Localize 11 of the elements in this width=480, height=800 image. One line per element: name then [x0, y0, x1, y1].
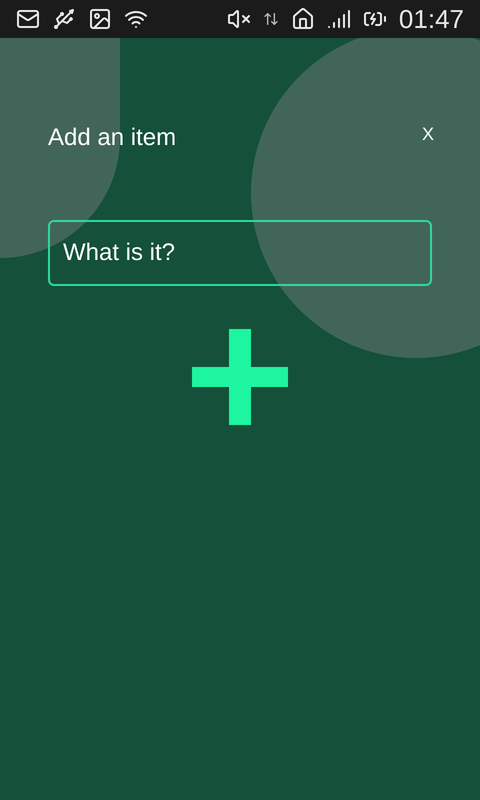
usb-icon — [52, 7, 76, 31]
mail-icon — [16, 7, 40, 31]
mute-icon — [226, 7, 251, 31]
dialog-title: Add an item — [48, 123, 176, 153]
image-icon — [88, 7, 112, 31]
close-button[interactable]: X — [414, 120, 442, 148]
plus-icon[interactable] — [192, 329, 288, 425]
home-icon — [290, 7, 315, 31]
input-field[interactable]: What is it? — [48, 220, 432, 286]
clock: 01:47 — [398, 6, 464, 32]
signal-icon — [326, 7, 351, 31]
